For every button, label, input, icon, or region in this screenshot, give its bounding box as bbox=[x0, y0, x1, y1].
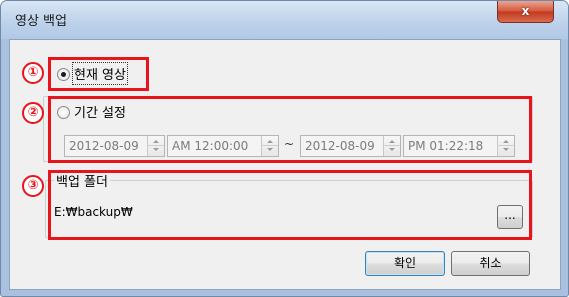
cancel-button[interactable]: 취소 bbox=[451, 251, 530, 276]
ok-label: 확인 bbox=[393, 256, 417, 270]
close-button[interactable]: x bbox=[497, 1, 554, 23]
ok-button[interactable]: 확인 bbox=[365, 251, 445, 276]
marker-1: ① bbox=[22, 62, 44, 84]
marker-3: ③ bbox=[22, 175, 44, 197]
window-title: 영상 백업 bbox=[15, 14, 67, 29]
annotation-box-2 bbox=[48, 96, 532, 163]
marker-2: ② bbox=[22, 102, 44, 124]
close-icon: x bbox=[521, 4, 530, 18]
annotation-box-1 bbox=[48, 57, 149, 91]
title-bar[interactable]: 영상 백업 x bbox=[1, 1, 568, 39]
annotation-box-3 bbox=[48, 170, 532, 240]
cancel-label: 취소 bbox=[479, 256, 502, 270]
